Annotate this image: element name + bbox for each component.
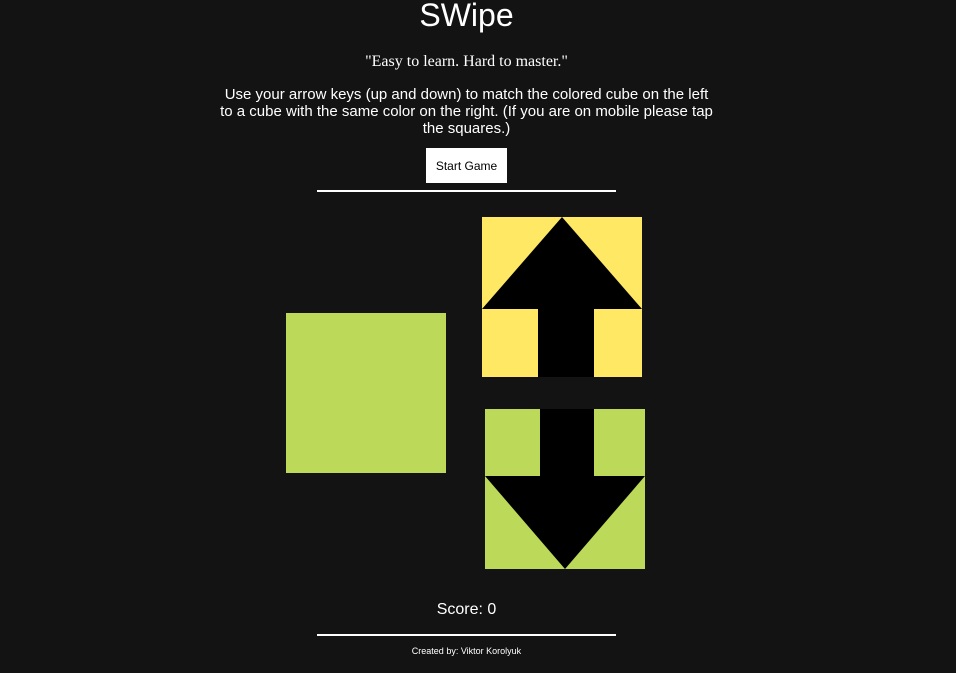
score-display: Score: 0 bbox=[436, 601, 497, 618]
down-choice-cube[interactable] bbox=[485, 409, 645, 569]
top-divider bbox=[317, 190, 616, 192]
arrow-up-icon bbox=[482, 217, 642, 377]
credits-text: Created by: Viktor Korolyuk bbox=[411, 646, 522, 656]
bottom-divider bbox=[317, 634, 616, 636]
instructions-text: Use your arrow keys (up and down) to mat… bbox=[220, 86, 713, 137]
player-cube bbox=[286, 313, 446, 473]
start-game-button[interactable]: Start Game bbox=[426, 148, 507, 183]
arrow-down-icon bbox=[485, 409, 645, 569]
up-choice-cube[interactable] bbox=[482, 217, 642, 377]
game-page: SWipe "Easy to learn. Hard to master." U… bbox=[0, 0, 956, 673]
game-title: SWipe bbox=[419, 0, 514, 33]
tagline: "Easy to learn. Hard to master." bbox=[365, 53, 568, 70]
